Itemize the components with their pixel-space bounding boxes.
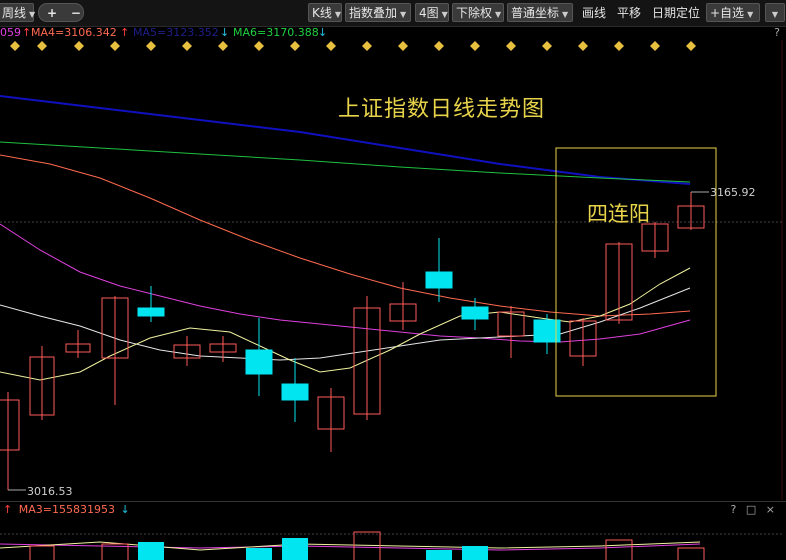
event-marker-icon[interactable] [146,41,156,51]
volume-bars [0,531,782,560]
event-marker-icon[interactable] [542,41,552,51]
chevron-down-icon: ▼ [562,10,569,19]
up-arrow-icon: ↑ [22,26,32,39]
volume-bar [29,545,55,560]
ma6-value: MA6=3170.388 [233,26,319,39]
down-arrow-icon: ↓ [318,26,328,39]
candle-1[interactable] [0,399,20,451]
ma4-value: MA4=3106.342 [31,26,117,39]
pattern-label: 四连阳 [587,202,650,226]
ma-line-yellow [0,267,691,381]
chevron-down-icon: ▼ [771,10,779,19]
four-charts-label: 4图 [419,6,439,20]
volume-panel[interactable]: ↑ MA3=155831953 ↓ ? □ × [0,501,786,560]
up-arrow-icon: ↑ [3,503,13,516]
adjust-button[interactable]: 下除权 ▼ [452,3,504,22]
zoom-in-button[interactable]: + [47,6,57,20]
chevron-down-icon: ▼ [29,10,36,19]
more-button[interactable]: ▼ [765,3,785,22]
down-arrow-icon: ↓ [220,26,230,39]
event-marker-icon[interactable] [290,41,300,51]
event-marker-icon[interactable] [650,41,660,51]
event-marker-icon[interactable] [37,41,47,51]
event-marker-icon[interactable] [686,41,696,51]
zoom-out-button[interactable]: − [71,6,81,20]
volume-ma3-value: MA3=155831953 [18,503,115,516]
help-icon[interactable]: ? [774,26,780,39]
event-marker-icon[interactable] [434,41,444,51]
event-marker-icon[interactable] [326,41,336,51]
adjust-label: 下除权 [456,6,493,20]
volume-bar [677,547,705,560]
chevron-down-icon: ▼ [334,10,342,19]
kline-label: K线 [312,6,332,20]
chevron-down-icon: ▼ [747,10,754,19]
period-label: 周线 [2,6,27,20]
ma-legend: 059 ↑ MA4=3106.342 ↑ MA5=3123.352 ↓ MA6=… [0,26,786,40]
chevron-down-icon: ▼ [495,10,502,19]
ma5-value: MA5=3123.352 [133,26,219,39]
period-select[interactable]: 周线 ▼ [0,3,36,22]
event-marker-icon[interactable] [362,41,372,51]
watchlist-label: +自选 [710,6,745,20]
index-overlay-label: 指数叠加 [349,6,398,20]
index-overlay-button[interactable]: 指数叠加 ▼ [345,3,411,22]
coord-button[interactable]: 普通坐标 ▼ [507,3,573,22]
candle-9[interactable] [281,383,309,401]
event-marker-icon[interactable] [182,41,192,51]
low-price-label: 3016.53 [27,485,73,498]
volume-bar [462,546,488,560]
event-marker-icon[interactable] [110,41,120,51]
pan-button[interactable]: 平移 [613,3,645,22]
ma-line-magenta [0,223,691,343]
down-arrow-icon: ↓ [120,503,130,516]
watchlist-button[interactable]: +自选 ▼ [706,3,760,22]
event-marker-icon[interactable] [470,41,480,51]
chart-toolbar: 周线 ▼ + − K线 ▼ 指数叠加 ▼ 4图 ▼ 下除权 ▼ 普通坐标 ▼ 画线 平移 日… [0,0,786,27]
ma-line-red [0,154,691,317]
event-marker-icon[interactable] [506,41,516,51]
event-markers [10,41,696,51]
draw-line-button[interactable]: 画线 [578,3,610,22]
volume-bar [282,538,308,560]
candle-14[interactable] [461,306,489,320]
volume-legend: ↑ MA3=155831953 ↓ [0,502,130,518]
volume-bar [605,539,633,560]
candles [0,192,705,490]
date-locate-button[interactable]: 日期定位 [648,3,704,22]
candle-13[interactable] [425,271,453,289]
volume-bar [246,548,272,560]
event-marker-icon[interactable] [10,41,20,51]
event-marker-icon[interactable] [254,41,264,51]
ma3-value: 059 [0,26,21,39]
volume-panel-controls[interactable]: ? □ × [731,503,778,516]
event-marker-icon[interactable] [578,41,588,51]
candle-8[interactable] [245,349,273,375]
chevron-down-icon: ▼ [400,10,407,19]
up-arrow-icon: ↑ [120,26,130,39]
event-marker-icon[interactable] [614,41,624,51]
kline-button[interactable]: K线 ▼ [308,3,342,22]
event-marker-icon[interactable] [398,41,408,51]
highlight-box [555,147,717,397]
event-marker-icon[interactable] [74,41,84,51]
four-charts-button[interactable]: 4图 ▼ [415,3,449,22]
volume-bar [138,542,164,560]
event-marker-icon[interactable] [218,41,228,51]
coord-label: 普通坐标 [511,6,560,20]
high-price-label: 3165.92 [710,186,756,199]
zoom-group: + − [38,3,84,22]
chevron-down-icon: ▼ [441,10,448,19]
chart-title: 上证指数日线走势图 [338,97,546,122]
ma-line-white [0,287,691,361]
candle-5[interactable] [137,307,165,317]
